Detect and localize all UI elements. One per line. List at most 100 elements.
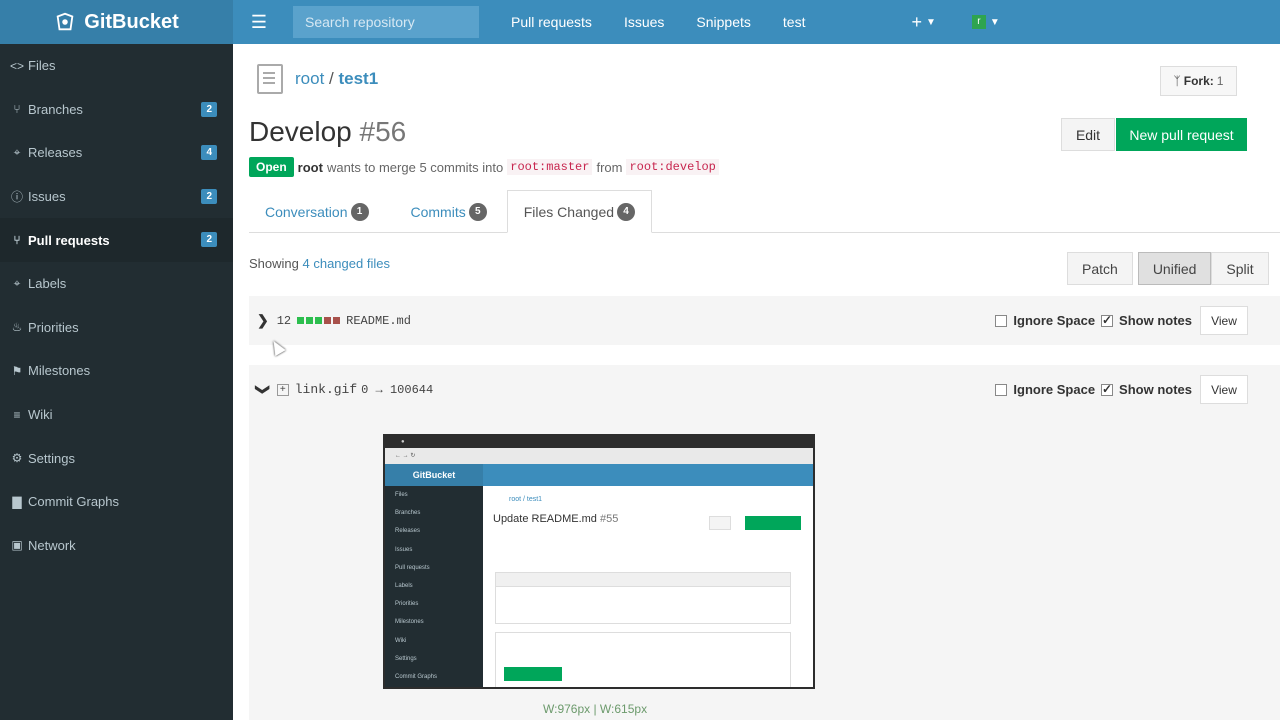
preview-edit-button bbox=[709, 516, 731, 530]
chevron-right-icon[interactable]: ❯ bbox=[257, 312, 269, 329]
nav-pull-requests[interactable]: Pull requests bbox=[495, 0, 608, 44]
count-badge: 2 bbox=[201, 188, 217, 204]
preview-browser-tabbar: ● bbox=[385, 436, 813, 448]
show-notes-checkbox[interactable] bbox=[1101, 382, 1114, 396]
tab-label: Conversation bbox=[265, 203, 348, 220]
preview-sidebar-item: Issues bbox=[395, 546, 413, 553]
merge-text: wants to merge 5 commits into bbox=[326, 159, 504, 175]
tag-icon: ⌖ bbox=[13, 145, 21, 160]
repo-name-link[interactable]: test1 bbox=[338, 69, 378, 88]
create-new-menu[interactable]: + ▼ bbox=[911, 12, 935, 33]
new-pull-request-button[interactable]: New pull request bbox=[1116, 118, 1247, 151]
gear-icon: ⚙ bbox=[11, 451, 23, 466]
plus-icon: + bbox=[911, 11, 922, 32]
image-diff-body: ● ← → ↻ GitBucket Files Branches Releases I… bbox=[249, 414, 1280, 720]
nav-user-test[interactable]: test bbox=[767, 0, 822, 44]
count-badge: 2 bbox=[201, 101, 217, 117]
pr-title-text: Develop bbox=[249, 116, 352, 147]
view-file-button[interactable]: View bbox=[1200, 375, 1248, 404]
ignore-space-checkbox[interactable] bbox=[995, 383, 1008, 396]
sidebar-item-releases[interactable]: ⌖ Releases 4 bbox=[0, 131, 233, 175]
edit-button[interactable]: Edit bbox=[1061, 118, 1115, 151]
preview-sidebar-item: Pull requests bbox=[395, 564, 430, 571]
menu-toggle-icon[interactable]: ☰ bbox=[237, 0, 281, 44]
sidebar-item-label: Issues bbox=[28, 189, 66, 205]
milestone-icon: ⚑ bbox=[11, 363, 23, 378]
show-notes-label: Show notes bbox=[1119, 313, 1192, 328]
tab-label: Files Changed bbox=[523, 203, 615, 220]
preview-sidebar-item: Labels bbox=[395, 582, 413, 589]
sidebar-item-labels[interactable]: ⌖ Labels bbox=[0, 262, 233, 306]
preview-comment-box bbox=[495, 572, 791, 624]
expand-icon[interactable]: + bbox=[276, 383, 289, 396]
show-notes-checkbox[interactable] bbox=[1101, 313, 1114, 327]
ignore-space-checkbox[interactable] bbox=[995, 314, 1008, 327]
brand-name: GitBucket bbox=[84, 10, 179, 33]
nav-issues[interactable]: Issues bbox=[608, 0, 680, 44]
patch-button[interactable]: Patch bbox=[1067, 252, 1133, 285]
file-options: Ignore Space Show notes View bbox=[995, 365, 1248, 414]
preview-url-bar: ← → ↻ bbox=[385, 448, 813, 464]
preview-header: GitBucket bbox=[385, 464, 813, 486]
pr-tabs: Conversation 1 Commits 5 Files Changed 4 bbox=[249, 190, 1280, 233]
file-mode: 0 → 100644 bbox=[361, 382, 434, 397]
showing-text: Showing bbox=[249, 256, 299, 271]
show-notes-label: Show notes bbox=[1119, 382, 1192, 397]
tab-conversation[interactable]: Conversation 1 bbox=[249, 190, 385, 233]
ignore-space-label: Ignore Space bbox=[1013, 313, 1096, 328]
sidebar-item-issues[interactable]: ⓘ Issues 2 bbox=[0, 175, 233, 219]
image-dimensions: W:976px | W:615px bbox=[543, 702, 648, 716]
file-row-readme[interactable]: ❯ 12 README.md Ignore Space Show notes V… bbox=[249, 296, 1280, 345]
changed-files-link[interactable]: 4 changed files bbox=[303, 256, 390, 271]
tab-files-changed[interactable]: Files Changed 4 bbox=[506, 190, 653, 233]
pr-author[interactable]: root bbox=[298, 160, 323, 175]
avatar: r bbox=[971, 15, 986, 29]
preview-sidebar-item: Commit Graphs bbox=[395, 673, 438, 680]
sidebar-item-branches[interactable]: ⑂ Branches 2 bbox=[0, 88, 233, 132]
sidebar-item-label: Branches bbox=[28, 101, 83, 117]
sidebar-item-network[interactable]: ▣ Network bbox=[0, 524, 233, 568]
top-navbar: GitBucket ☰ Pull requests Issues Snippet… bbox=[0, 0, 1280, 44]
diff-view-toggle: Patch Unified Split bbox=[1067, 252, 1269, 285]
status-badge: Open bbox=[249, 157, 294, 177]
chevron-down-icon[interactable]: ❯ bbox=[254, 384, 271, 396]
split-button[interactable]: Split bbox=[1211, 252, 1269, 285]
gitbucket-logo-icon bbox=[56, 12, 74, 31]
preview-brand: GitBucket bbox=[385, 464, 483, 486]
sidebar-item-label: Files bbox=[28, 58, 56, 74]
file-row-link-gif[interactable]: ❯ + link.gif 0 → 100644 Ignore Space Sho… bbox=[249, 365, 1280, 414]
view-file-button[interactable]: View bbox=[1200, 306, 1248, 335]
fork-button[interactable]: ᛉ Fork: 1 bbox=[1160, 66, 1237, 96]
sidebar-item-settings[interactable]: ⚙ Settings bbox=[0, 436, 233, 480]
sidebar-item-files[interactable]: <> Files bbox=[0, 44, 233, 88]
sidebar-item-label: Pull requests bbox=[28, 232, 110, 248]
caret-down-icon: ▼ bbox=[989, 16, 1000, 28]
preview-merge-box bbox=[495, 632, 791, 687]
sidebar-item-commit-graphs[interactable]: ▇ Commit Graphs bbox=[0, 480, 233, 524]
sidebar-item-priorities[interactable]: ♨ Priorities bbox=[0, 306, 233, 350]
brand-logo[interactable]: GitBucket bbox=[0, 0, 233, 44]
repo-owner-link[interactable]: root bbox=[295, 69, 324, 88]
unified-button[interactable]: Unified bbox=[1137, 252, 1212, 285]
header-nav: Pull requests Issues Snippets test bbox=[495, 0, 821, 44]
fork-label: Fork: bbox=[1183, 74, 1214, 88]
repo-path: root / test1 bbox=[295, 69, 378, 89]
fork-count: 1 bbox=[1216, 74, 1224, 88]
main-content: root / test1 ᛉ Fork: 1 Develop #56 Edit … bbox=[233, 44, 1280, 720]
tab-commits[interactable]: Commits 5 bbox=[395, 190, 503, 233]
tab-count: 5 bbox=[468, 202, 487, 221]
sidebar-item-wiki[interactable]: ≡ Wiki bbox=[0, 393, 233, 437]
caret-down-icon: ▼ bbox=[925, 16, 936, 28]
sidebar-item-pull-requests[interactable]: ⑂ Pull requests 2 bbox=[0, 218, 233, 262]
graph-icon: ▇ bbox=[12, 494, 22, 509]
sidebar-item-milestones[interactable]: ⚑ Milestones bbox=[0, 349, 233, 393]
sidebar-item-label: Milestones bbox=[28, 363, 91, 379]
sidebar-item-label: Settings bbox=[28, 450, 75, 466]
user-menu[interactable]: r ▼ bbox=[971, 15, 1000, 29]
repo-icon bbox=[257, 64, 283, 94]
changed-files-summary: Showing 4 changed files bbox=[249, 256, 390, 271]
search-input[interactable] bbox=[293, 6, 479, 38]
pr-meta: Open root wants to merge 5 commits into … bbox=[249, 157, 719, 177]
nav-snippets[interactable]: Snippets bbox=[680, 0, 766, 44]
file-options: Ignore Space Show notes View bbox=[995, 296, 1248, 345]
